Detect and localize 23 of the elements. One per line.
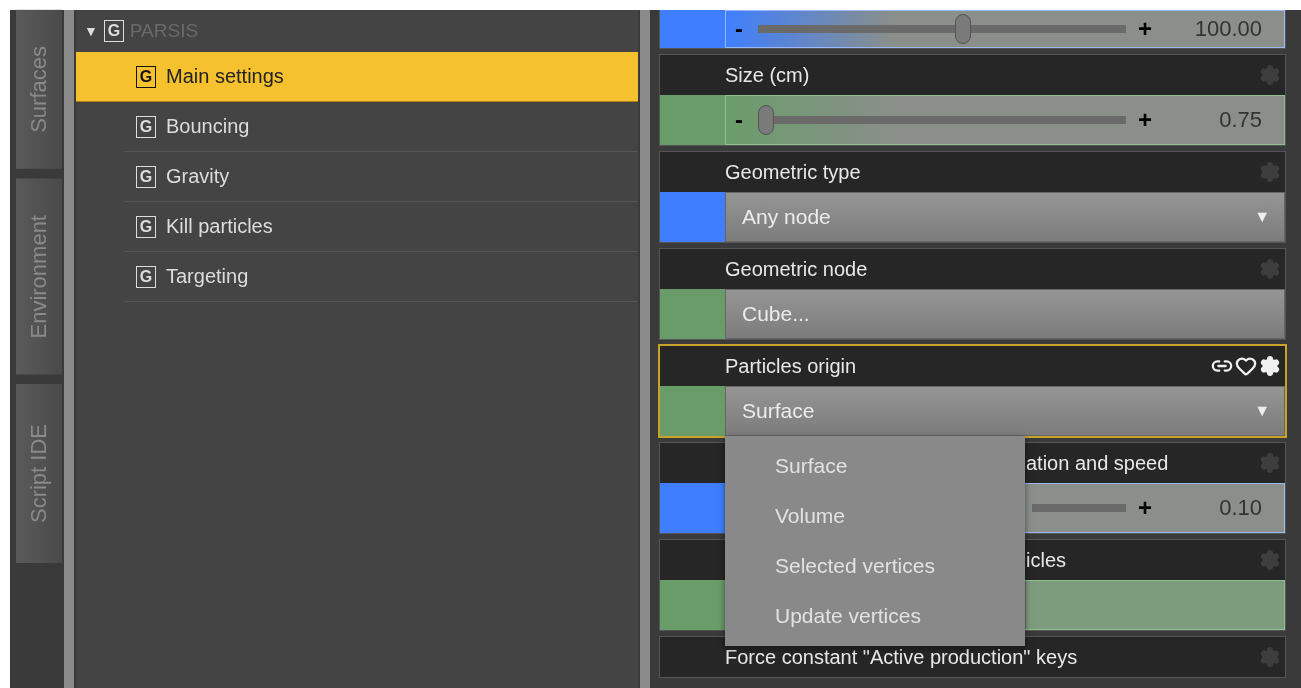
property-label: icles — [1026, 548, 1066, 572]
slider-value: 0.10 — [1218, 495, 1263, 521]
property-label: Geometric type — [725, 160, 861, 184]
group-badge: G — [103, 20, 124, 42]
group-badge: G — [136, 215, 156, 238]
property-label: Geometric node — [725, 257, 868, 281]
group-badge: G — [136, 115, 156, 138]
dropdown-arrow-icon: ▼ — [1254, 208, 1270, 226]
tree-item-label: Targeting — [166, 265, 249, 288]
dropdown-arrow-icon: ▼ — [1254, 402, 1270, 420]
tree-item-label: Kill particles — [166, 215, 273, 238]
slider-value: 100.00 — [1193, 16, 1263, 42]
tree-item-label: Gravity — [166, 165, 230, 188]
slider-value: 0.75 — [1218, 107, 1263, 133]
tree-item-label: Main settings — [166, 65, 284, 88]
property-label: Size (cm) — [725, 63, 810, 87]
group-badge: G — [136, 65, 156, 88]
group-badge: G — [136, 165, 156, 188]
property-label: ation and speed — [1026, 451, 1169, 475]
tree-item-label: Bouncing — [166, 115, 250, 138]
property-label: Force constant "Active production" keys — [725, 645, 1078, 669]
group-badge: G — [136, 265, 156, 288]
property-label: Particles origin — [725, 354, 857, 378]
